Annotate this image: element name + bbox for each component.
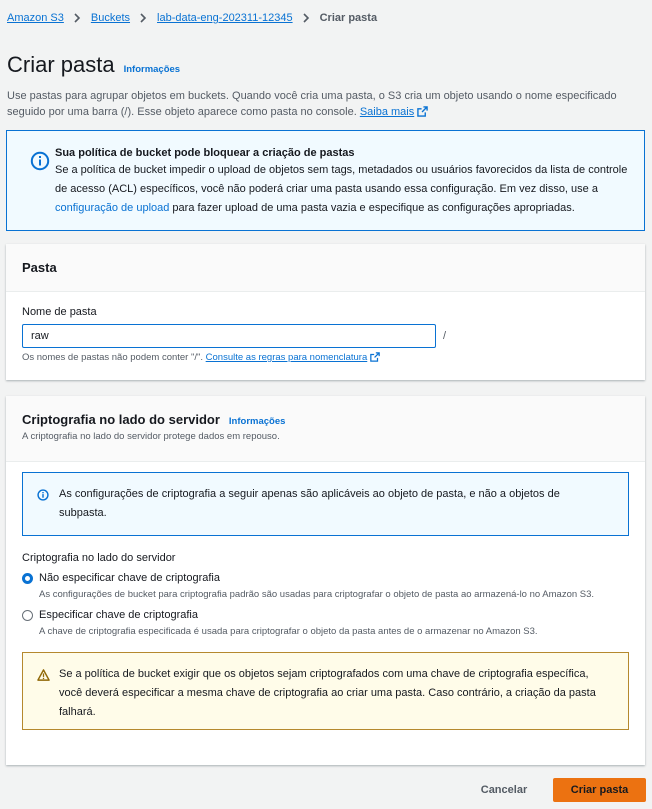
encryption-panel-title: Criptografia no lado do servidor (22, 412, 220, 427)
page-title: Criar pasta (7, 52, 115, 77)
radio-no-key[interactable] (22, 573, 33, 584)
learn-more-link[interactable]: Saiba mais (359, 106, 429, 118)
create-folder-button[interactable]: Criar pasta (553, 778, 646, 802)
breadcrumb-buckets[interactable]: Buckets (91, 12, 130, 24)
chevron-right-icon (74, 13, 81, 23)
encryption-info-link[interactable]: Informações (229, 416, 286, 427)
upload-config-link[interactable]: configuração de upload (55, 202, 169, 214)
folder-name-label: Nome de pasta (22, 306, 97, 318)
encryption-warning-text: Se a política de bucket exigir que os ob… (59, 668, 596, 718)
folder-panel: Pasta Nome de pasta / Os nomes de pastas… (6, 244, 645, 380)
breadcrumb: Amazon S3 Buckets lab-data-eng-202311-12… (7, 12, 377, 24)
breadcrumb-bucket-name[interactable]: lab-data-eng-202311-12345 (157, 12, 293, 24)
naming-rules-label: Consulte as regras para nomenclatura (205, 352, 368, 363)
breadcrumb-amazon-s3[interactable]: Amazon S3 (7, 12, 64, 24)
folder-name-hint-text: Os nomes de pastas não podem conter "/". (22, 352, 204, 363)
info-circle-icon (30, 151, 50, 174)
naming-rules-link[interactable]: Consulte as regras para nomenclatura (206, 352, 381, 363)
encryption-title-row: Criptografia no lado do servidor Informa… (22, 412, 629, 427)
radio-no-key-label[interactable]: Não especificar chave de criptografia (39, 572, 220, 584)
chevron-right-icon (140, 13, 147, 23)
radio-specify-key-description: A chave de criptografia especificada é u… (39, 626, 538, 637)
page-description-text: Use pastas para agrupar objetos em bucke… (7, 90, 617, 118)
info-circle-icon (37, 489, 49, 504)
title-info-link[interactable]: Informações (124, 64, 181, 75)
bucket-policy-alert: Sua política de bucket pode bloquear a c… (6, 130, 645, 231)
alert-title: Sua política de bucket pode bloquear a c… (55, 147, 355, 159)
folder-name-suffix: / (443, 330, 447, 342)
encryption-panel-description: A criptografia no lado do servidor prote… (22, 431, 280, 442)
encryption-group-label: Criptografia no lado do servidor (22, 552, 176, 564)
chevron-right-icon (303, 13, 310, 23)
radio-no-key-description: As configurações de bucket para criptogr… (39, 589, 595, 600)
cancel-button[interactable]: Cancelar (470, 778, 538, 802)
folder-panel-title: Pasta (22, 260, 57, 275)
folder-panel-header: Pasta (6, 244, 645, 292)
folder-name-input[interactable] (22, 324, 436, 348)
external-link-icon (417, 106, 429, 122)
breadcrumb-current: Criar pasta (319, 12, 378, 24)
radio-specify-key-label[interactable]: Especificar chave de criptografia (39, 609, 198, 621)
external-link-icon (370, 352, 381, 365)
page-description: Use pastas para agrupar objetos em bucke… (7, 88, 637, 122)
page-title-row: Criar pasta Informações (7, 52, 180, 78)
encryption-info-text: As configurações de criptografia a segui… (59, 488, 560, 519)
alert-body-text: Se a política de bucket impedir o upload… (55, 164, 628, 195)
encryption-warning-alert: Se a política de bucket exigir que os ob… (22, 652, 629, 730)
learn-more-label: Saiba mais (359, 106, 415, 118)
encryption-info-alert: As configurações de criptografia a segui… (22, 472, 629, 536)
encryption-panel: Criptografia no lado do servidor Informa… (6, 396, 645, 765)
encryption-panel-header: Criptografia no lado do servidor Informa… (6, 396, 645, 462)
alert-body-text-end: para fazer upload de uma pasta vazia e e… (169, 202, 575, 214)
folder-name-hint: Os nomes de pastas não podem conter "/".… (22, 352, 381, 365)
warning-triangle-icon (37, 669, 50, 684)
radio-specify-key[interactable] (22, 610, 33, 621)
alert-body: Se a política de bucket impedir o upload… (55, 161, 628, 218)
